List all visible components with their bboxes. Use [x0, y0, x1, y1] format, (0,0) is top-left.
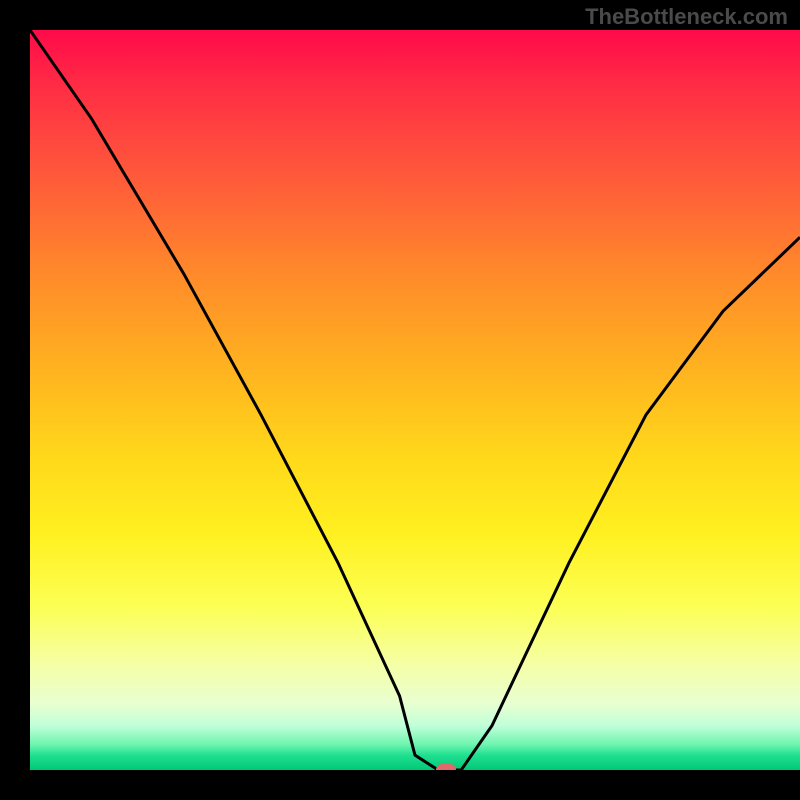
bottleneck-curve — [30, 30, 800, 770]
plot-area — [30, 30, 800, 770]
optimum-marker — [436, 764, 456, 770]
watermark-text: TheBottleneck.com — [585, 4, 788, 30]
